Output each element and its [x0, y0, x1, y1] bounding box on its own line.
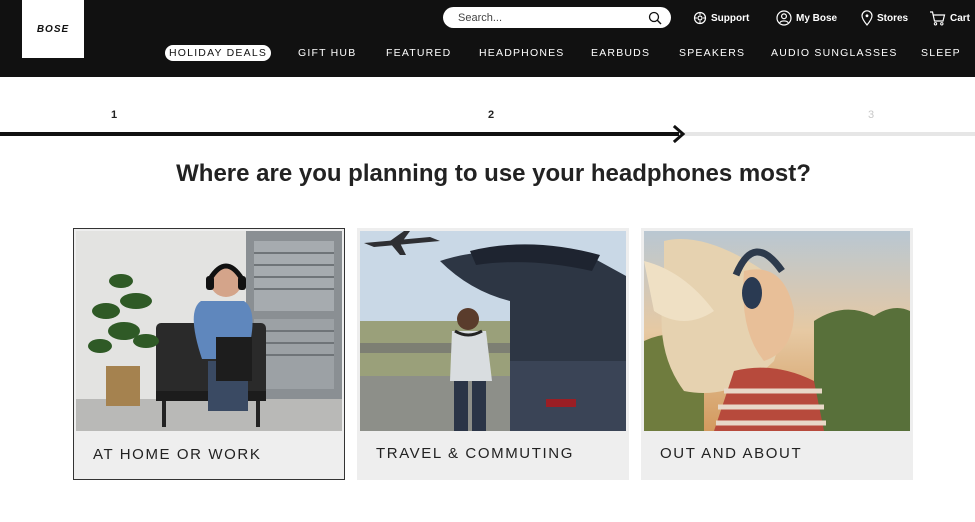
- nav-gift-hub[interactable]: GIFT HUB: [298, 45, 356, 61]
- main-nav: HOLIDAY DEALS GIFT HUB FEATURED HEADPHON…: [0, 45, 975, 61]
- search-input[interactable]: [458, 11, 638, 24]
- option-card-home-work[interactable]: AT HOME OR WORK: [73, 228, 345, 480]
- option-label-travel-commuting: TRAVEL & COMMUTING: [376, 445, 574, 462]
- step-1-label: 1: [111, 109, 118, 121]
- stores-label: Stores: [877, 12, 909, 24]
- option-label-home-work: AT HOME OR WORK: [93, 446, 262, 463]
- option-card-out-and-about[interactable]: OUT AND ABOUT: [641, 228, 913, 480]
- quiz-question: Where are you planning to use your headp…: [176, 160, 811, 187]
- my-bose-label: My Bose: [796, 12, 838, 24]
- nav-sleep[interactable]: SLEEP: [921, 45, 961, 61]
- nav-speakers[interactable]: SPEAKERS: [679, 45, 745, 61]
- cart-icon: [929, 10, 946, 26]
- nav-audio-sunglasses[interactable]: AUDIO SUNGLASSES: [771, 45, 898, 61]
- cart-label: Cart: [950, 12, 971, 24]
- user-icon: [776, 10, 792, 26]
- progress-fill: [0, 132, 679, 136]
- search-icon[interactable]: [647, 10, 663, 26]
- home-work-photo: [76, 231, 342, 431]
- nav-featured[interactable]: FEATURED: [386, 45, 451, 61]
- site-header: BOSE Support My Bose Stores Cart HOLIDAY…: [0, 0, 975, 77]
- travel-commuting-photo: [360, 231, 626, 431]
- logo-text: BOSE: [36, 23, 70, 35]
- step-2-label: 2: [488, 109, 495, 121]
- option-label-out-and-about: OUT AND ABOUT: [660, 445, 803, 462]
- nav-holiday-deals[interactable]: HOLIDAY DEALS: [165, 45, 272, 61]
- nav-earbuds[interactable]: EARBUDS: [591, 45, 650, 61]
- step-3-label: 3: [868, 109, 875, 121]
- arrow-right-icon: [671, 124, 687, 148]
- nav-headphones[interactable]: HEADPHONES: [479, 45, 565, 61]
- search-bar[interactable]: [443, 7, 671, 28]
- location-pin-icon: [861, 10, 873, 26]
- option-card-travel-commuting[interactable]: TRAVEL & COMMUTING: [357, 228, 629, 480]
- cart-link[interactable]: Cart: [929, 8, 970, 28]
- support-link[interactable]: Support: [693, 8, 749, 28]
- support-label: Support: [711, 12, 750, 24]
- my-bose-link[interactable]: My Bose: [776, 8, 837, 28]
- support-icon: [693, 11, 707, 25]
- out-and-about-photo: [644, 231, 910, 431]
- stores-link[interactable]: Stores: [861, 8, 908, 28]
